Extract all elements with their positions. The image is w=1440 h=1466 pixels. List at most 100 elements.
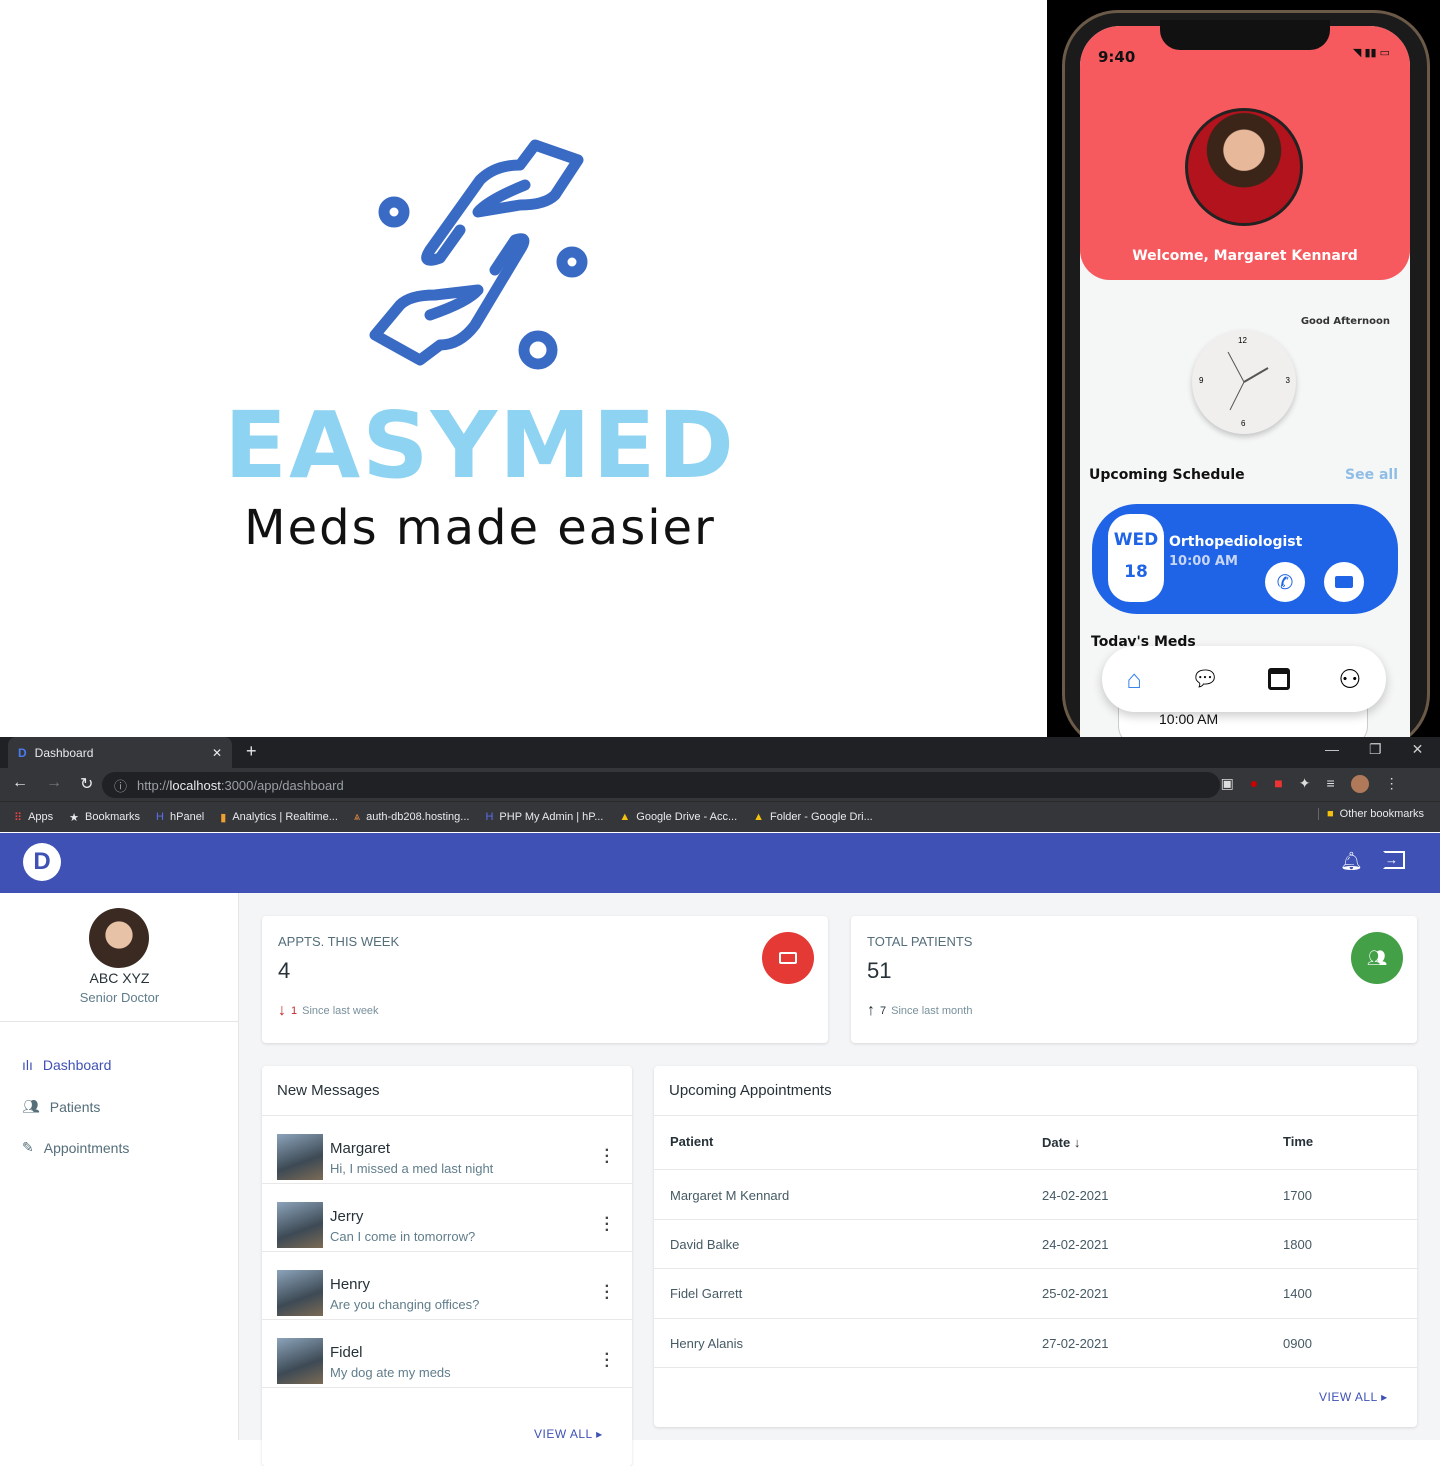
sidebar: ABC XYZ Senior Doctor ılı Dashboard 👥︎ Pat… — [0, 893, 239, 1440]
message-sender: Henry — [330, 1276, 371, 1293]
new-tab-icon[interactable]: + — [246, 741, 257, 762]
analytics-icon: ▮ — [220, 811, 227, 824]
column-date[interactable]: Date ↓ — [1042, 1135, 1080, 1150]
profile-avatar[interactable] — [1185, 108, 1303, 226]
more-options-icon[interactable]: · · · — [605, 1211, 610, 1239]
close-tab-icon[interactable]: ✕ — [212, 746, 222, 760]
bookmark-label: Google Drive - Acc... — [636, 811, 738, 823]
cast-icon[interactable]: ▣ — [1221, 775, 1234, 793]
stat-value: 4 — [278, 958, 291, 983]
media-icon[interactable]: ≡ — [1326, 775, 1334, 793]
calendar-badge-icon — [762, 932, 814, 984]
message-text: My dog ate my meds — [330, 1365, 451, 1380]
bookmark-folder[interactable]: ▲ Folder - Google Dri... — [753, 811, 873, 823]
nav-label: Patients — [49, 1098, 101, 1115]
calendar-icon[interactable] — [1267, 668, 1290, 690]
more-options-icon[interactable]: · · · — [605, 1347, 610, 1375]
nav-label: Dashboard — [42, 1057, 112, 1073]
table-row[interactable]: Margaret M Kennard 24-02-2021 1700 — [654, 1170, 1417, 1220]
brand-name: EASYMED — [224, 392, 736, 499]
home-icon[interactable]: ⌂ — [1126, 664, 1142, 695]
message-item[interactable]: Margaret Hi, I missed a med last night · · · — [262, 1116, 632, 1184]
table-row[interactable]: David Balke 24-02-2021 1800 — [654, 1220, 1417, 1269]
message-item[interactable]: Jerry Can I come in tomorrow? · · · — [262, 1184, 632, 1252]
bookmark-apps[interactable]: ⠿ Apps — [14, 811, 53, 824]
bookmark-google-drive[interactable]: ▲ Google Drive - Acc... — [619, 811, 737, 823]
sidebar-item-dashboard[interactable]: ılı Dashboard — [22, 1057, 111, 1073]
bell-icon[interactable]: 🔔︎ — [1340, 851, 1363, 872]
app-logo-icon[interactable]: D — [23, 843, 61, 881]
ublock-icon[interactable]: ● — [1250, 775, 1258, 793]
logout-icon[interactable]: → — [1383, 851, 1405, 869]
sidebar-item-appointments[interactable]: ✎ Appointments — [22, 1139, 129, 1156]
bookmark-bookmarks[interactable]: ★ Bookmarks — [69, 811, 140, 824]
messages-view-all[interactable]: VIEW ALL ▸ — [534, 1427, 603, 1441]
bar-chart-icon: ılı — [22, 1057, 33, 1073]
call-button[interactable]: ✆ — [1265, 562, 1305, 602]
table-row[interactable]: Henry Alanis 27-02-2021 0900 — [654, 1319, 1417, 1368]
info-icon: ⓘ — [114, 778, 128, 794]
apps-grid-icon: ⠿ — [14, 811, 23, 824]
chevron-right-icon: ▸ — [1381, 1390, 1388, 1404]
restore-icon[interactable]: ❐ — [1369, 741, 1382, 758]
users-badge-icon: 👥︎ — [1351, 932, 1403, 984]
schedule-card[interactable]: WED 18 Orthopediologist 10:00 AM ✆ — [1092, 504, 1398, 614]
user-role: Senior Doctor — [79, 990, 160, 1005]
view-all-label: VIEW ALL — [1319, 1390, 1378, 1404]
message-sender: Margaret — [330, 1140, 391, 1157]
tab-title: Dashboard — [34, 745, 94, 760]
message-item[interactable]: Fidel My dog ate my meds · · · — [262, 1320, 632, 1388]
bookmark-auth-db[interactable]: ⩓ auth-db208.hosting... — [354, 811, 470, 824]
message-text: Can I come in tomorrow? — [330, 1229, 476, 1244]
user-avatar[interactable] — [89, 908, 149, 968]
sidebar-item-patients[interactable]: 👥︎ Patients — [22, 1098, 100, 1115]
close-window-icon[interactable]: ✕ — [1412, 741, 1424, 758]
folder-icon: ■ — [1327, 808, 1334, 820]
more-options-icon[interactable]: · · · — [605, 1279, 610, 1307]
schedule-date: 18 — [1124, 562, 1148, 582]
cell-patient: Henry Alanis — [670, 1336, 743, 1351]
phone-notch — [1160, 20, 1330, 50]
minimize-icon[interactable]: — — [1325, 741, 1339, 758]
see-all-link[interactable]: See all — [1345, 467, 1398, 483]
profile-icon[interactable]: ⚇ — [1338, 664, 1361, 695]
forward-icon[interactable]: → — [46, 774, 62, 794]
bookmark-hpanel[interactable]: HhPanel — [156, 811, 204, 823]
bookmark-phpmyadmin[interactable]: H PHP My Admin | hP... — [485, 811, 603, 823]
video-call-button[interactable] — [1324, 562, 1364, 602]
other-bookmarks-label: Other bookmarks — [1339, 808, 1425, 820]
back-icon[interactable]: ← — [12, 774, 28, 794]
bookmark-analytics[interactable]: ▮ Analytics | Realtime... — [220, 811, 338, 824]
message-thumbnail — [277, 1270, 323, 1316]
url-prefix: http:// — [137, 777, 170, 793]
menu-icon[interactable]: ⋮ — [1385, 775, 1399, 793]
message-item[interactable]: Henry Are you changing offices? · · · — [262, 1252, 632, 1320]
column-date-label: Date — [1042, 1135, 1071, 1150]
bookmark-label: Bookmarks — [85, 811, 141, 823]
greeting: Good Afternoon — [1300, 316, 1390, 327]
column-patient[interactable]: Patient — [670, 1134, 713, 1149]
bookmarks-bar: ⠿ Apps ★ Bookmarks HhPanel ▮ Analytics | Re… — [0, 801, 1440, 832]
schedule-time: 10:00 AM — [1169, 554, 1238, 569]
chat-icon[interactable]: 💬︎ — [1191, 666, 1219, 692]
column-time[interactable]: Time — [1283, 1134, 1313, 1149]
more-options-icon[interactable]: · · · — [605, 1143, 610, 1171]
puzzle-icon[interactable]: ✦ — [1299, 775, 1311, 793]
stat-card-appointments: APPTS. THIS WEEK 4 ↓ 1 Since last week — [262, 916, 828, 1043]
date-box: WED 18 — [1108, 514, 1164, 602]
google-drive-icon: ▲ — [753, 811, 765, 823]
phone-screen: 9:40 ◥ ▮▮ ▭ Welcome, Margaret Kennard Go… — [1080, 26, 1410, 737]
profile-avatar-icon[interactable] — [1350, 775, 1369, 793]
reload-icon[interactable]: ↻ — [80, 774, 93, 794]
address-bar[interactable]: ⓘ http://localhost:3000/app/dashboard — [102, 772, 1220, 798]
tab-dashboard[interactable]: D Dashboard ✕ — [8, 737, 232, 768]
table-row[interactable]: Fidel Garrett 25-02-2021 1400 — [654, 1269, 1417, 1319]
sidebar-divider — [0, 1021, 239, 1022]
appointments-view-all[interactable]: VIEW ALL ▸ — [1319, 1390, 1388, 1404]
extension-icon[interactable]: ■ — [1274, 775, 1282, 793]
stat-delta: 1 — [291, 1005, 298, 1017]
bookmark-label: Folder - Google Dri... — [770, 811, 873, 823]
cell-date: 27-02-2021 — [1042, 1336, 1109, 1351]
bottom-nav: ⌂ 💬︎ ⚇ — [1102, 646, 1386, 712]
other-bookmarks[interactable]: ■ Other bookmarks — [1318, 808, 1424, 820]
